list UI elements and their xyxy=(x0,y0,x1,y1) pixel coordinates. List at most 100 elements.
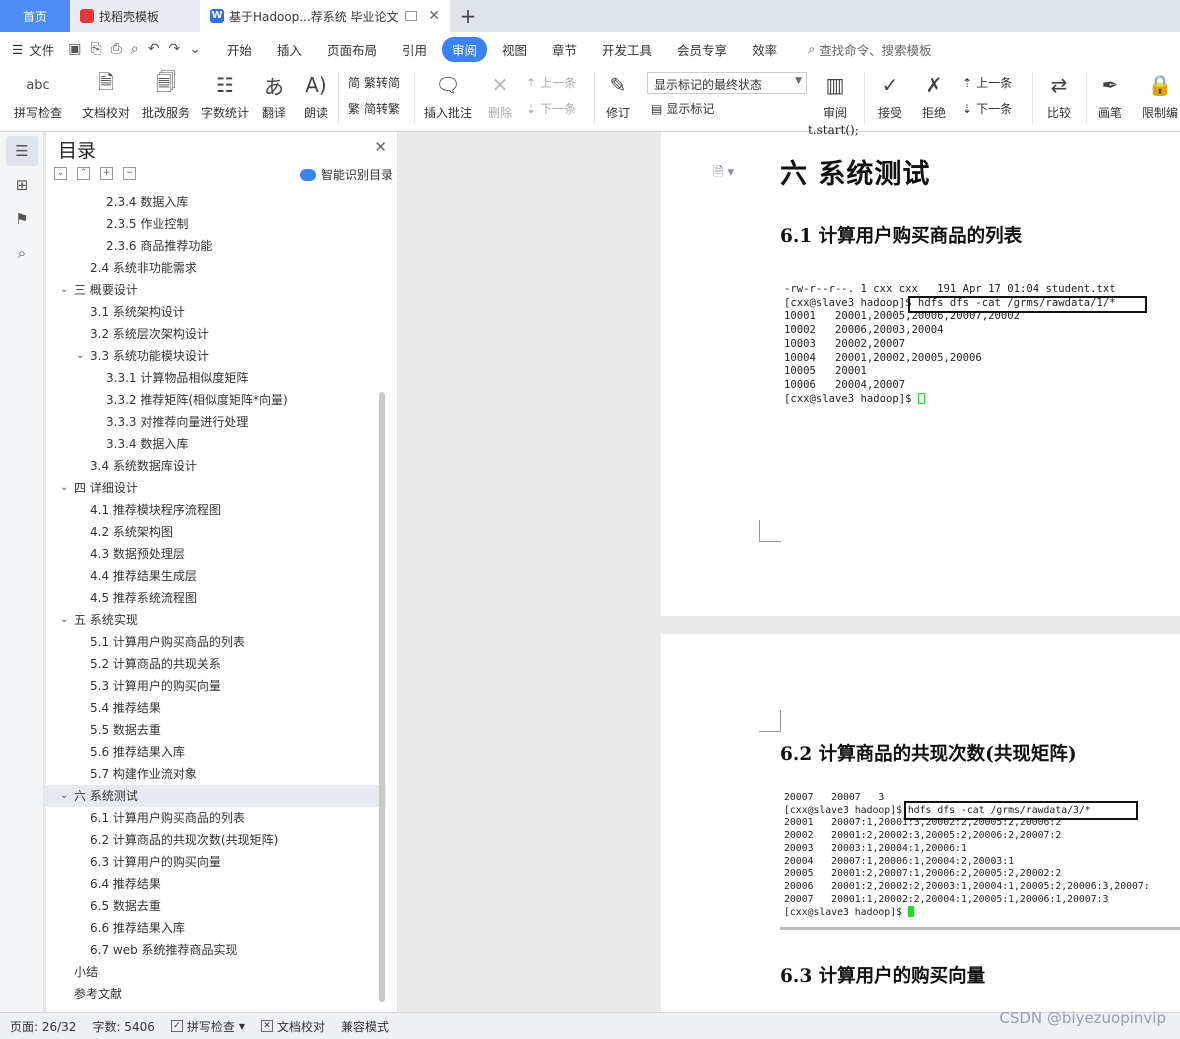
menu-item-member[interactable]: 会员专享 xyxy=(667,37,737,62)
status-doc-proof[interactable]: ✕ 文档校对 xyxy=(261,1018,325,1035)
menu-item-insert[interactable]: 插入 xyxy=(267,37,312,62)
batch-service-button[interactable]: 🗐 批改服务 xyxy=(140,70,192,121)
chevron-down-icon[interactable]: ⌄ xyxy=(60,477,68,499)
add-heading-icon[interactable]: + xyxy=(100,167,113,180)
toc-item[interactable]: 6.7 web 系统推荐商品实现 xyxy=(46,939,386,961)
prev-comment-button[interactable]: ⇡ 上一条 xyxy=(526,74,576,91)
next-comment-button[interactable]: ⇣ 下一条 xyxy=(526,100,576,117)
export-icon[interactable]: ⎘ xyxy=(90,41,101,57)
chapter-nav-icon[interactable]: ⊞ xyxy=(6,170,38,200)
chevron-down-icon[interactable]: ⌄ xyxy=(60,279,68,301)
paragraph-menu-icon[interactable]: 🗎 ▾ xyxy=(713,163,734,185)
toc-item[interactable]: ⌄ 六 系统测试 xyxy=(46,785,386,807)
toc-item[interactable]: 5.2 计算商品的共现关系 xyxy=(46,653,386,675)
monitor-icon[interactable] xyxy=(404,11,417,21)
toc-item[interactable]: ⌄ 3.3 系统功能模块设计 xyxy=(46,345,386,367)
menu-item-start[interactable]: 开始 xyxy=(217,37,262,62)
status-spell-check[interactable]: ✓ 拼写检查 ▼ xyxy=(170,1018,245,1035)
word-count[interactable]: 字数: 5406 xyxy=(92,1018,154,1035)
close-icon[interactable]: ✕ xyxy=(374,138,387,156)
toc-item[interactable]: 5.4 推荐结果 xyxy=(46,697,386,719)
redo-icon[interactable]: ↷ xyxy=(168,41,180,57)
track-changes-button[interactable]: ✎ 修订 xyxy=(600,70,636,121)
show-markup-button[interactable]: ▤ 显示标记 xyxy=(651,100,714,117)
review-pane-button[interactable]: ▥ 审阅 xyxy=(816,70,854,121)
simp-to-trad-button[interactable]: 繁简转繁 xyxy=(348,100,400,117)
toc-item[interactable]: 小结 xyxy=(46,961,386,983)
menu-item-layout[interactable]: 页面布局 xyxy=(317,37,387,62)
toc-scrollbar[interactable] xyxy=(379,392,385,1002)
accept-button[interactable]: ✓ 接受 xyxy=(872,70,908,121)
save-icon[interactable]: ▣ xyxy=(68,41,81,57)
remove-heading-icon[interactable]: − xyxy=(123,167,136,180)
toc-panel-icon[interactable]: ☰ xyxy=(6,136,38,166)
toc-item[interactable]: 3.3.1 计算物品相似度矩阵 xyxy=(46,367,386,389)
toc-item[interactable]: ⌄ 五 系统实现 xyxy=(46,609,386,631)
toc-item[interactable]: 3.3.3 对推荐向量进行处理 xyxy=(46,411,386,433)
menu-item-review[interactable]: 审阅 xyxy=(441,36,487,62)
spell-check-button[interactable]: abc 拼写检查 xyxy=(12,70,64,121)
toc-item[interactable]: 2.3.5 作业控制 xyxy=(46,213,386,235)
tab-document[interactable]: W 基于Hadoop...荐系统 毕业论文 ✕ xyxy=(200,0,450,32)
expand-all-icon[interactable]: ⌃ xyxy=(77,167,90,180)
toc-item[interactable]: ⌄ 四 详细设计 xyxy=(46,477,386,499)
menu-item-efficiency[interactable]: 效率 xyxy=(742,37,787,62)
toc-item[interactable]: 5.1 计算用户购买商品的列表 xyxy=(46,631,386,653)
markup-state-select[interactable]: 显示标记的最终状态 ▼ xyxy=(647,72,807,94)
bookmark-icon[interactable]: ⚑ xyxy=(6,204,38,234)
new-tab-button[interactable]: + xyxy=(450,0,486,32)
print-preview-icon[interactable]: ⌕ xyxy=(131,41,139,57)
toc-item[interactable]: 3.2 系统层次架构设计 xyxy=(46,323,386,345)
undo-icon[interactable]: ↶ xyxy=(148,41,160,57)
delete-comment-button[interactable]: ✕ 删除 xyxy=(480,70,520,121)
toc-item[interactable]: 4.4 推荐结果生成层 xyxy=(46,565,386,587)
toc-item[interactable]: 2.3.4 数据入库 xyxy=(46,191,386,213)
toc-item[interactable]: 2.4 系统非功能需求 xyxy=(46,257,386,279)
compare-button[interactable]: ⇄ 比较 xyxy=(1040,70,1078,121)
tab-home[interactable]: 首页 xyxy=(0,0,70,32)
menu-item-devtools[interactable]: 开发工具 xyxy=(592,37,662,62)
toc-item[interactable]: 6.1 计算用户购买商品的列表 xyxy=(46,807,386,829)
file-menu[interactable]: ☰ 文件 xyxy=(12,40,54,59)
page-indicator[interactable]: 页面: 26/32 xyxy=(10,1018,76,1035)
pen-button[interactable]: ✒ 画笔 xyxy=(1094,70,1126,121)
close-tab-icon[interactable]: ✕ xyxy=(428,8,440,24)
next-change-button[interactable]: ⇣ 下一条 xyxy=(962,100,1012,117)
toc-item[interactable]: 6.2 计算商品的共现次数(共现矩阵) xyxy=(46,829,386,851)
insert-comment-button[interactable]: 🗨 插入批注 xyxy=(422,70,474,121)
translate-button[interactable]: あ 翻译 xyxy=(256,70,292,121)
chevron-down-icon[interactable]: ⌄ xyxy=(76,345,84,367)
chevron-down-icon[interactable]: ⌄ xyxy=(60,609,68,631)
toc-item[interactable]: 参考文献 xyxy=(46,983,386,1005)
toc-item[interactable]: 3.4 系统数据库设计 xyxy=(46,455,386,477)
toc-item[interactable]: 5.6 推荐结果入库 xyxy=(46,741,386,763)
toc-item[interactable]: 4.2 系统架构图 xyxy=(46,521,386,543)
toc-item[interactable]: 4.5 推荐系统流程图 xyxy=(46,587,386,609)
toc-item[interactable]: 5.3 计算用户的购买向量 xyxy=(46,675,386,697)
toc-item[interactable]: 3.3.2 推荐矩阵(相似度矩阵*向量) xyxy=(46,389,386,411)
toc-item[interactable]: 4.3 数据预处理层 xyxy=(46,543,386,565)
toc-item[interactable]: 6.5 数据去重 xyxy=(46,895,386,917)
toc-item[interactable]: 5.7 构建作业流对象 xyxy=(46,763,386,785)
toc-item[interactable]: 4.1 推荐模块程序流程图 xyxy=(46,499,386,521)
restrict-edit-button[interactable]: 🔒 限制编 xyxy=(1140,70,1180,121)
trad-to-simp-button[interactable]: 简繁转简 xyxy=(348,74,400,91)
toc-item[interactable]: 6.6 推荐结果入库 xyxy=(46,917,386,939)
menu-item-chapter[interactable]: 章节 xyxy=(542,37,587,62)
find-icon[interactable]: ⌕ xyxy=(6,238,38,268)
reject-button[interactable]: ✗ 拒绝 xyxy=(916,70,952,121)
read-aloud-button[interactable]: A) 朗读 xyxy=(300,70,332,121)
menu-item-view[interactable]: 视图 xyxy=(492,37,537,62)
print-icon[interactable]: ⎙ xyxy=(111,41,122,57)
word-count-button[interactable]: ☷ 字数统计 xyxy=(199,70,251,121)
command-search[interactable]: ⌕ 查找命令、搜索模板 xyxy=(808,40,932,59)
collapse-all-icon[interactable]: ⌄ xyxy=(54,167,67,180)
doc-proof-button[interactable]: 🗎 文档校对 xyxy=(80,70,132,121)
menu-item-references[interactable]: 引用 xyxy=(392,37,437,62)
toc-item[interactable]: 3.3.4 数据入库 xyxy=(46,433,386,455)
prev-change-button[interactable]: ⇡ 上一条 xyxy=(962,74,1012,91)
tab-template[interactable]: 找稻壳模板 xyxy=(70,0,200,32)
toc-item[interactable]: 6.3 计算用户的购买向量 xyxy=(46,851,386,873)
chevron-down-icon[interactable]: ⌄ xyxy=(60,785,68,807)
smart-toc-button[interactable]: 智能识别目录 xyxy=(299,166,393,183)
